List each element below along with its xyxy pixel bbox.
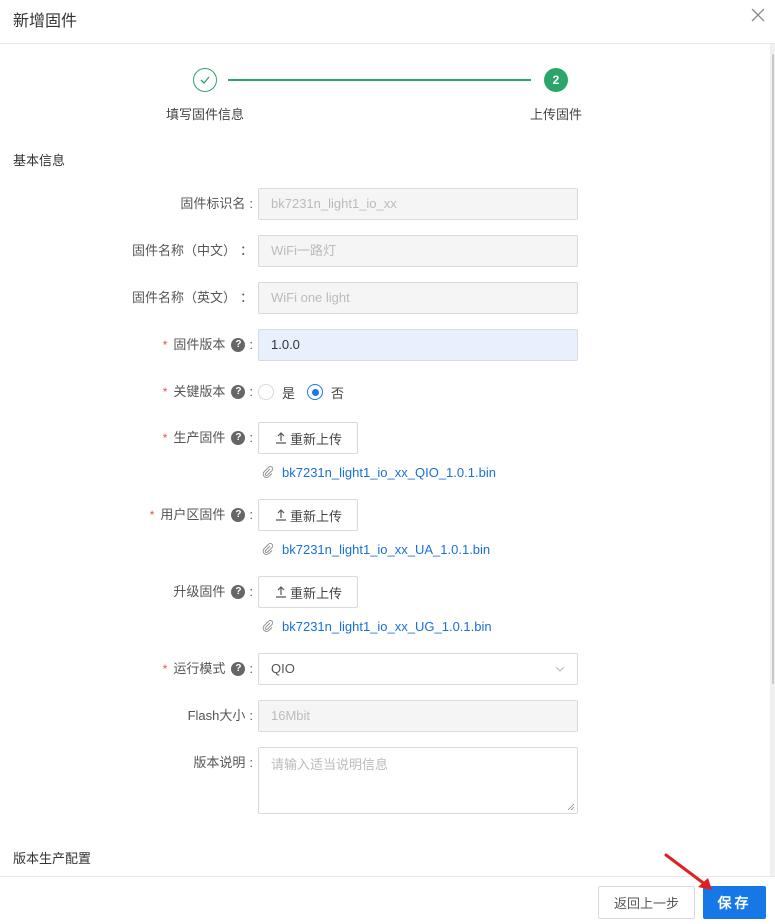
key-version-radio-group: 是 否 — [258, 376, 356, 408]
paperclip-icon — [262, 543, 274, 555]
modal-footer: 返回上一步 保存 — [0, 876, 775, 924]
help-icon[interactable]: ? — [231, 585, 246, 599]
production-firmware-reupload-button[interactable]: 重新上传 — [258, 422, 358, 454]
scrollbar[interactable] — [770, 44, 775, 876]
check-icon — [200, 76, 210, 84]
upgrade-firmware-file-link[interactable]: bk7231n_light1_io_xx_UG_1.0.1.bin — [262, 617, 492, 635]
version-input[interactable]: 1.0.0 — [258, 329, 578, 361]
chevron-down-icon — [555, 666, 565, 672]
help-icon[interactable]: ? — [231, 508, 246, 522]
step-2-indicator: 2 — [544, 68, 568, 92]
stepper: 2 填写固件信息 上传固件 — [0, 44, 775, 134]
form-label: 固件标识名: — [180, 196, 253, 211]
flash-size-input: 16Mbit — [258, 700, 578, 732]
run-mode-selected-value: QIO — [271, 661, 295, 676]
form-label: 固件名称（英文）： — [131, 290, 253, 305]
modal-header: 新增固件 — [0, 0, 775, 44]
help-icon[interactable]: ? — [231, 662, 246, 676]
step-1-indicator — [193, 68, 217, 92]
form-label: * 运行模式 ? : — [163, 653, 253, 685]
back-button[interactable]: 返回上一步 — [598, 886, 695, 919]
step-1-label: 填写固件信息 — [166, 107, 245, 122]
form-label: * 用户区固件 ? : — [150, 499, 253, 531]
upload-icon — [275, 509, 286, 521]
firmware-id-input: bk7231n_light1_io_xx — [258, 188, 578, 220]
production-firmware-file-link[interactable]: bk7231n_light1_io_xx_QIO_1.0.1.bin — [262, 463, 496, 481]
description-textarea[interactable]: 请输入适当说明信息 — [258, 747, 578, 814]
required-mark: * — [162, 385, 168, 399]
scrollbar-thumb[interactable] — [772, 54, 774, 684]
modal-title: 新增固件 — [13, 13, 78, 30]
radio-yes-label[interactable]: 是 — [282, 383, 295, 402]
save-button[interactable]: 保存 — [703, 886, 766, 919]
help-icon[interactable]: ? — [231, 385, 246, 399]
required-mark: * — [149, 508, 155, 522]
form-label: * 生产固件 ? : — [163, 422, 253, 454]
radio-no[interactable] — [307, 384, 324, 400]
radio-no-label[interactable]: 否 — [331, 383, 344, 402]
help-icon[interactable]: ? — [231, 431, 246, 445]
radio-yes[interactable] — [258, 384, 274, 400]
run-mode-select[interactable]: QIO — [258, 653, 578, 685]
name-en-input: WiFi one light — [258, 282, 578, 314]
upload-icon — [275, 432, 286, 444]
form-label: 固件名称（中文）： — [131, 243, 253, 258]
section-title-production-config: 版本生产配置 — [13, 851, 92, 866]
name-cn-input: WiFi一路灯 — [258, 235, 578, 267]
help-icon[interactable]: ? — [231, 338, 246, 352]
paperclip-icon — [262, 466, 274, 478]
required-mark: * — [162, 338, 168, 352]
form-label: * 关键版本 ? : — [163, 376, 253, 408]
upgrade-firmware-reupload-button[interactable]: 重新上传 — [258, 576, 358, 608]
description-placeholder: 请输入适当说明信息 — [271, 757, 389, 772]
required-mark: * — [162, 431, 168, 445]
form-label: 升级固件 ? : — [173, 584, 253, 599]
user-firmware-file-link[interactable]: bk7231n_light1_io_xx_UA_1.0.1.bin — [262, 540, 490, 558]
paperclip-icon — [262, 620, 274, 632]
close-button[interactable] — [749, 6, 767, 24]
resize-grip-icon[interactable] — [567, 803, 575, 811]
step-2-label: 上传固件 — [530, 107, 583, 122]
form-label: * 固件版本 ? : — [163, 329, 253, 361]
user-firmware-reupload-button[interactable]: 重新上传 — [258, 499, 358, 531]
close-icon — [751, 8, 765, 22]
upload-icon — [275, 586, 286, 598]
step-connector — [228, 79, 531, 81]
form-label: 版本说明: — [193, 755, 253, 770]
section-title-basic-info: 基本信息 — [13, 153, 66, 168]
modal-body: 2 填写固件信息 上传固件 基本信息 固件标识名: bk7231n_light1… — [0, 44, 775, 876]
required-mark: * — [162, 662, 168, 676]
form-label: Flash大小: — [187, 708, 253, 723]
